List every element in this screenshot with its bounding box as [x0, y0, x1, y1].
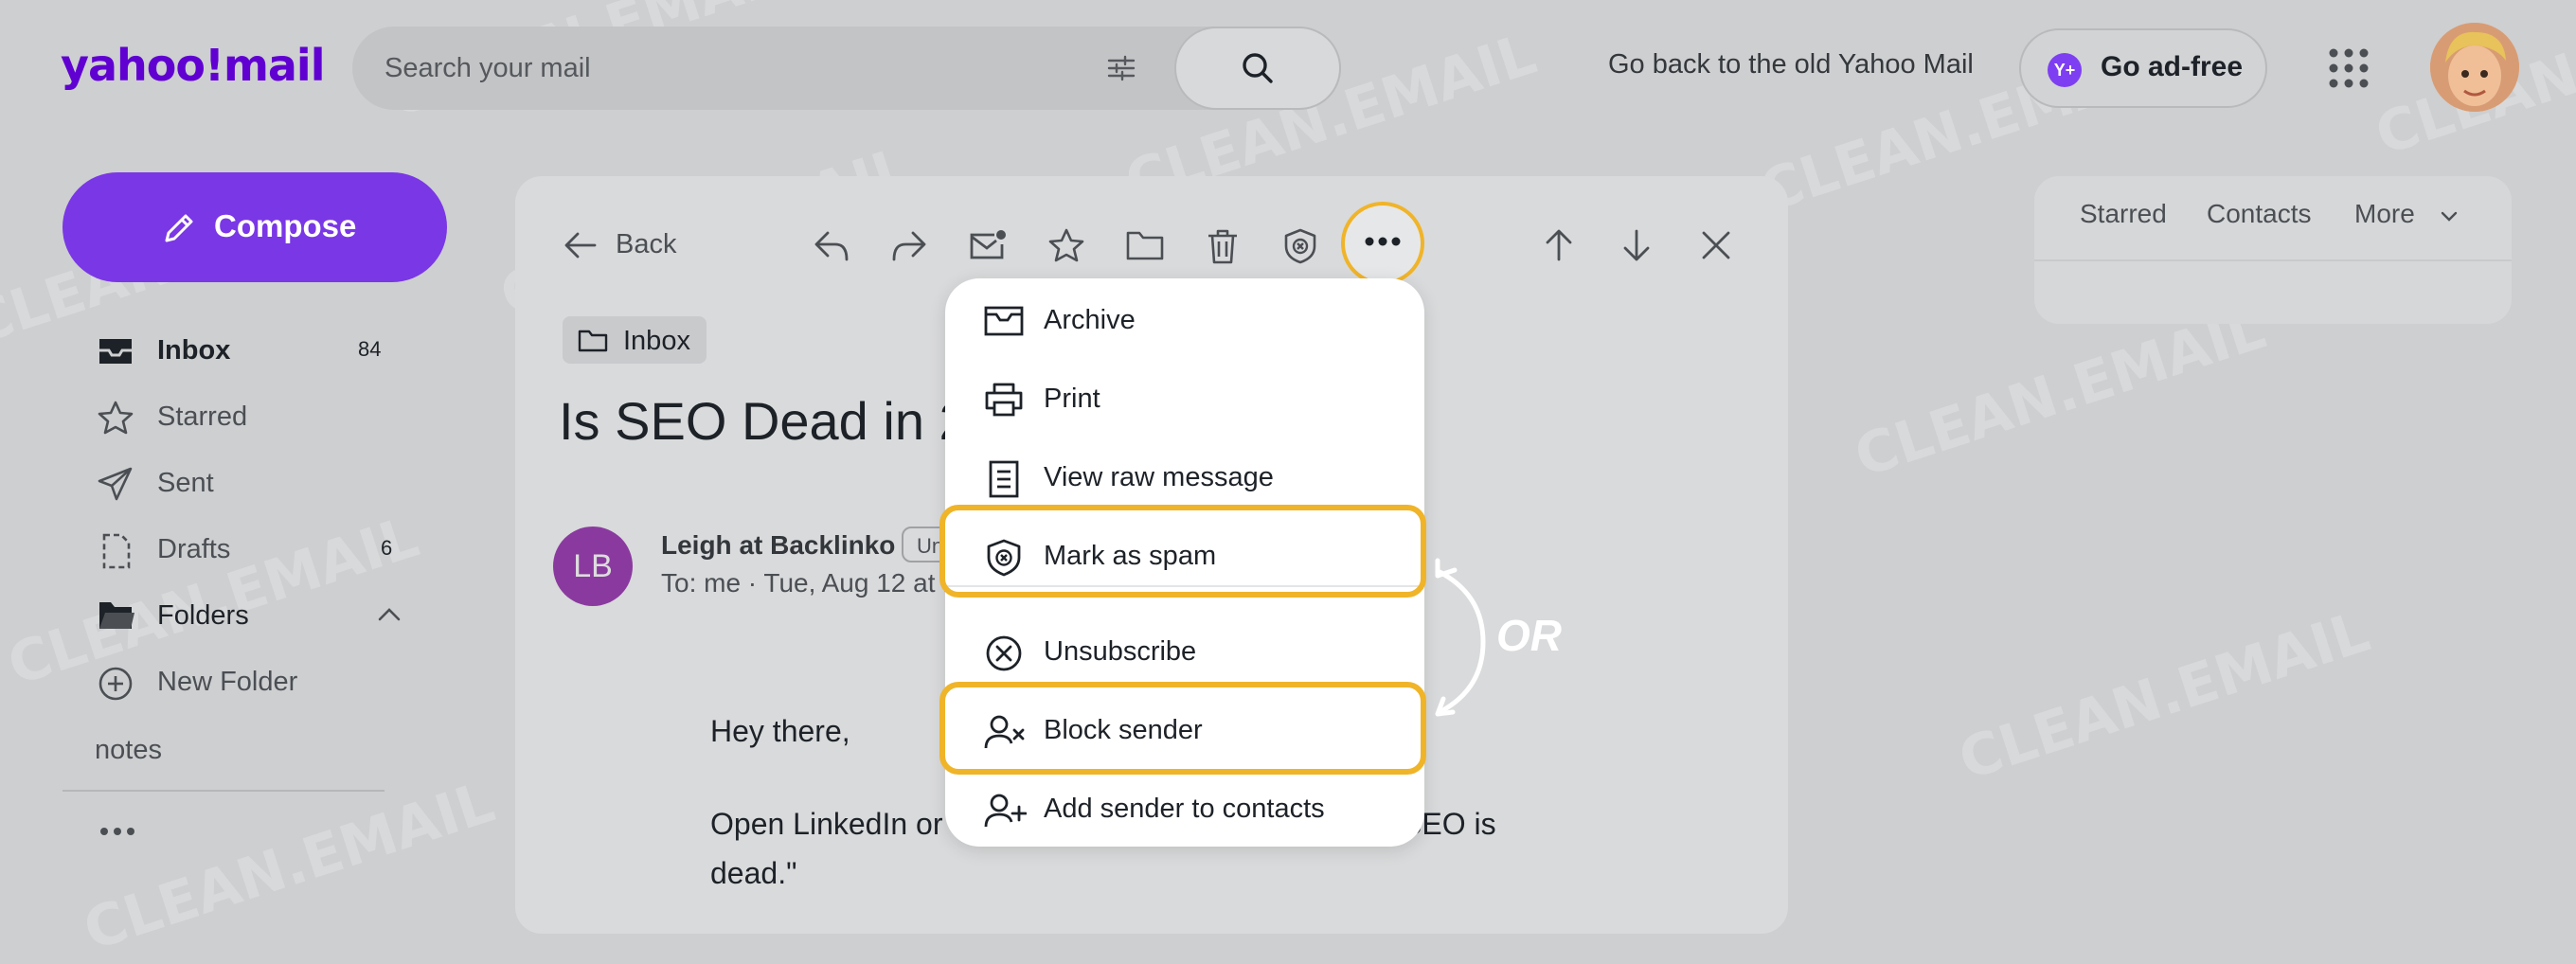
apps-grid-icon[interactable] — [2328, 47, 2370, 89]
or-label: OR — [1496, 611, 1562, 660]
menu-item-label: Print — [1044, 384, 1100, 414]
chevron-down-icon[interactable] — [2440, 210, 2459, 223]
avatar[interactable] — [2430, 23, 2519, 112]
chevron-up-icon[interactable] — [377, 606, 402, 623]
pencil-icon — [165, 214, 193, 242]
watermark: CLEAN.EMAIL — [76, 769, 503, 964]
inbox-icon — [99, 339, 132, 364]
plus-circle-icon — [98, 667, 133, 701]
mark-unread-icon[interactable] — [968, 227, 1008, 263]
yahoo-plus-icon: Y+ — [2048, 53, 2082, 87]
search-icon — [1243, 53, 1273, 83]
draft-count-badge: 6 — [381, 536, 393, 560]
body-greeting: Hey there, — [710, 714, 850, 748]
tab-more[interactable]: More — [2354, 199, 2415, 229]
compose-button[interactable]: Compose — [63, 172, 447, 282]
go-ad-free-label: Go ad-free — [2101, 51, 2244, 82]
back-label: Back — [616, 229, 677, 259]
sidebar-item-folders[interactable]: Folders — [97, 587, 419, 644]
unread-count-badge: 84 — [358, 337, 382, 361]
back-button[interactable]: Back — [563, 227, 676, 263]
star-icon[interactable] — [1047, 227, 1085, 263]
menu-item-label: Add sender to contacts — [1044, 794, 1325, 824]
draft-icon — [102, 533, 131, 569]
document-icon — [989, 460, 1019, 498]
menu-item-view-raw[interactable]: View raw message — [945, 447, 1424, 508]
menu-item-print[interactable]: Print — [945, 368, 1424, 429]
more-dots-icon[interactable] — [98, 826, 136, 837]
sidebar-item-drafts[interactable]: Drafts 6 — [97, 521, 419, 578]
tab-starred[interactable]: Starred — [2080, 199, 2167, 229]
tab-contacts[interactable]: Contacts — [2207, 199, 2312, 229]
search-input[interactable] — [385, 27, 1142, 110]
watermark: CLEAN.EMAIL — [1847, 295, 2274, 491]
sender-avatar[interactable]: LB — [553, 527, 633, 606]
search-bar — [352, 27, 1341, 110]
reply-icon[interactable] — [813, 227, 850, 263]
highlight-block-sender — [939, 682, 1426, 775]
sidebar-item-label: New Folder — [157, 667, 298, 697]
close-icon[interactable] — [1699, 227, 1733, 263]
menu-item-label: View raw message — [1044, 462, 1274, 492]
compose-label: Compose — [214, 208, 357, 243]
highlight-mark-spam — [939, 505, 1426, 598]
panel-divider — [2034, 259, 2512, 261]
sidebar-item-starred[interactable]: Starred — [97, 388, 419, 445]
folder-icon — [578, 330, 608, 352]
curved-arrows-icon — [1435, 558, 1486, 717]
menu-item-label: Unsubscribe — [1044, 636, 1197, 667]
menu-item-add-contact[interactable]: Add sender to contacts — [945, 778, 1424, 839]
sent-icon — [98, 467, 133, 501]
sender-name[interactable]: Leigh at Backlinko — [661, 530, 895, 561]
more-horizontal-icon — [1365, 237, 1401, 246]
arrow-down-icon[interactable] — [1619, 227, 1654, 263]
sidebar-divider — [63, 790, 385, 792]
sidebar-item-new-folder[interactable]: New Folder — [97, 653, 419, 710]
yahoo-mail-logo[interactable]: yahoo!mail — [61, 40, 325, 91]
old-mail-link[interactable]: Go back to the old Yahoo Mail — [1608, 49, 1974, 80]
menu-item-archive[interactable]: Archive — [945, 290, 1424, 350]
unsubscribe-icon — [986, 635, 1022, 671]
watermark: CLEAN.EMAIL — [1951, 598, 2378, 794]
memoji-avatar-icon — [2430, 23, 2519, 112]
delete-icon[interactable] — [1205, 227, 1241, 265]
folder-open-icon — [99, 602, 134, 629]
sidebar-item-label: Inbox — [157, 335, 231, 366]
star-icon — [98, 401, 134, 435]
printer-icon — [985, 383, 1023, 417]
sidebar-item-label: Drafts — [157, 534, 231, 564]
go-ad-free-button[interactable]: Y+ Go ad-free — [2019, 28, 2267, 108]
recipient-line: To: me · Tue, Aug 12 at 1 — [661, 568, 957, 598]
more-actions-button[interactable] — [1341, 202, 1424, 285]
body-text: dead." — [710, 856, 797, 890]
archive-icon — [984, 306, 1024, 336]
arrow-left-icon — [564, 232, 597, 259]
message-subject: Is SEO Dead in 2 — [559, 391, 969, 451]
filter-icon[interactable] — [1106, 53, 1136, 83]
search-button[interactable] — [1174, 27, 1341, 110]
menu-item-label: Archive — [1044, 305, 1136, 335]
sidebar-item-sent[interactable]: Sent — [97, 455, 419, 511]
folder-badge[interactable]: Inbox — [563, 316, 707, 364]
folder-badge-label: Inbox — [623, 326, 690, 356]
sidebar-item-label: Starred — [157, 402, 248, 432]
sidebar-item-label: Folders — [157, 600, 249, 631]
move-to-folder-icon[interactable] — [1125, 227, 1165, 263]
body-text: Open LinkedIn or — [710, 807, 943, 841]
add-user-icon — [984, 794, 1027, 828]
menu-item-unsubscribe[interactable]: Unsubscribe — [945, 621, 1424, 682]
sidebar-item-inbox[interactable]: Inbox 84 — [97, 322, 419, 379]
arrow-up-icon[interactable] — [1542, 227, 1576, 263]
forward-icon[interactable] — [890, 227, 928, 263]
sidebar-item-label: Sent — [157, 468, 214, 498]
sidebar-item-notes[interactable]: notes — [95, 735, 162, 766]
right-panel: Starred Contacts More — [2034, 176, 2512, 324]
spam-shield-icon[interactable] — [1282, 227, 1318, 265]
